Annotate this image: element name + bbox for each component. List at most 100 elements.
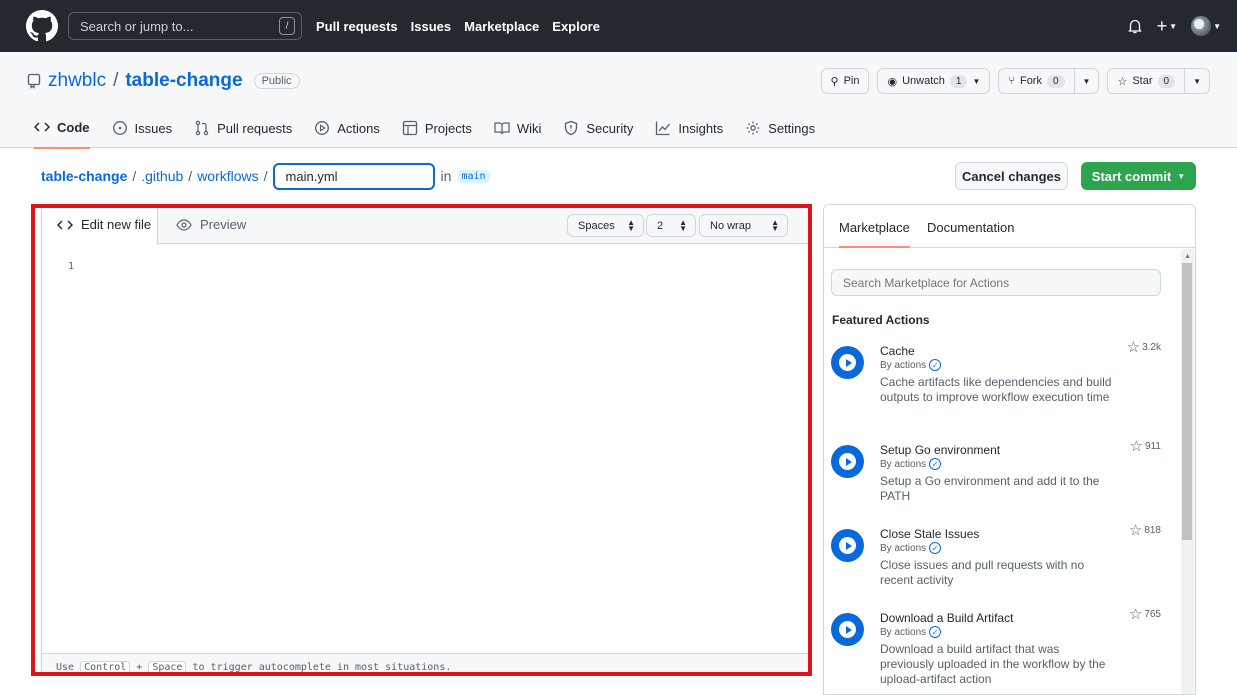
star-label: Star [1132, 75, 1153, 87]
pull-request-icon [195, 120, 209, 136]
tab-label: Projects [424, 120, 472, 136]
unwatch-label: Unwatch [902, 75, 945, 87]
chevron-down-icon: ▼ [1082, 76, 1091, 86]
repo-header: zhwblc / table-change Public ⚲ Pin ◉ Unwat… [0, 52, 1237, 149]
unwatch-button[interactable]: ◉ Unwatch 1 ▼ [877, 68, 991, 94]
fork-button[interactable]: ⑂ Fork 0 [998, 68, 1075, 94]
verified-check-icon: ✓ [929, 542, 942, 554]
marketplace-panel: Marketplace Documentation Featured Actio… [823, 204, 1196, 695]
breadcrumb: table-change / .github / workflows / in … [41, 162, 490, 190]
play-icon [831, 529, 864, 562]
tab-settings[interactable]: Settings [745, 119, 815, 149]
book-icon [494, 122, 510, 135]
action-description: Close issues and pull requests with no r… [880, 558, 1085, 587]
tab-label: Security [586, 120, 634, 136]
play-icon [831, 346, 864, 379]
watch-count: 1 [949, 74, 968, 88]
cancel-changes-button[interactable]: Cancel changes [955, 162, 1068, 190]
tab-label: Pull requests [217, 120, 293, 136]
star-dropdown[interactable]: ▼ [1185, 68, 1210, 94]
tab-issues[interactable]: Issues [112, 119, 173, 149]
side-tabs: Marketplace Documentation [824, 205, 1195, 248]
action-name[interactable]: Close Stale Issues [880, 527, 979, 541]
marketplace-search-input[interactable] [831, 269, 1161, 296]
star-button-group: ☆ Star 0 ▼ [1107, 68, 1210, 94]
eye-icon: ◉ [887, 75, 898, 88]
breadcrumb-github-link[interactable]: .github [141, 168, 183, 184]
breadcrumb-separator: / [132, 168, 137, 184]
tab-label: Actions [337, 120, 380, 136]
tab-code[interactable]: Code [34, 119, 90, 149]
tab-label: Code [57, 119, 90, 135]
tab-security[interactable]: Security [563, 119, 633, 149]
scrollbar-thumb[interactable] [1182, 263, 1192, 540]
action-stars: ☆ 818 [1129, 521, 1161, 539]
fork-button-group: ⑂ Fork 0 ▼ [998, 68, 1100, 94]
tab-label: Issues [134, 120, 173, 136]
repo-name-link[interactable]: table-change [125, 70, 242, 92]
chevron-down-icon: ▼ [1169, 21, 1178, 31]
star-count: 818 [1144, 524, 1161, 536]
action-name[interactable]: Download a Build Artifact [880, 611, 1013, 625]
avatar [1191, 16, 1212, 36]
nav-explore[interactable]: Explore [552, 19, 600, 34]
github-logo-icon[interactable] [26, 10, 58, 42]
action-description: Download a build artifact that was previ… [880, 642, 1106, 686]
create-new-dropdown[interactable]: + ▼ [1157, 16, 1177, 37]
repo-owner-link[interactable]: zhwblc [48, 70, 106, 92]
filename-input[interactable] [272, 162, 435, 190]
nav-marketplace[interactable]: Marketplace [464, 19, 539, 34]
plus-icon: + [1156, 15, 1168, 36]
repo-icon [27, 73, 41, 89]
star-icon: ☆ [1117, 75, 1128, 88]
tab-documentation[interactable]: Documentation [927, 220, 1014, 235]
user-menu[interactable]: ▼ [1191, 16, 1221, 36]
slash-shortcut-key: / [279, 17, 295, 35]
tab-actions[interactable]: Actions [314, 119, 380, 149]
action-description: Cache artifacts like dependencies and bu… [880, 375, 1112, 404]
star-count: 911 [1145, 440, 1161, 452]
gear-icon [746, 121, 760, 135]
graph-icon [656, 121, 671, 136]
star-count: 0 [1157, 74, 1176, 88]
fork-count: 0 [1046, 74, 1065, 88]
star-button[interactable]: ☆ Star 0 [1107, 68, 1186, 94]
fork-dropdown[interactable]: ▼ [1074, 68, 1100, 94]
tab-projects[interactable]: Projects [402, 119, 472, 149]
verified-check-icon: ✓ [929, 626, 942, 638]
in-label: in [440, 168, 452, 184]
issue-icon [112, 121, 127, 135]
pin-button[interactable]: ⚲ Pin [820, 68, 870, 94]
verified-check-icon: ✓ [929, 359, 942, 371]
tab-wiki[interactable]: Wiki [494, 119, 541, 149]
header-right: + ▼ ▼ [1127, 16, 1221, 37]
fork-label: Fork [1019, 75, 1042, 87]
star-icon: ☆ [1128, 522, 1143, 539]
breadcrumb-root-link[interactable]: table-change [41, 168, 127, 184]
action-author-label: By actions [880, 626, 927, 638]
action-author: By actions ✓ [880, 458, 942, 470]
tab-pull-requests[interactable]: Pull requests [194, 119, 292, 149]
tab-marketplace[interactable]: Marketplace [839, 220, 910, 248]
breadcrumb-separator: / [263, 168, 268, 184]
action-author-label: By actions [880, 458, 927, 470]
action-name[interactable]: Setup Go environment [880, 443, 1000, 457]
action-name[interactable]: Cache [880, 344, 915, 358]
global-search-input[interactable]: Search or jump to... / [68, 12, 302, 40]
action-author-label: By actions [880, 542, 927, 554]
breadcrumb-workflows-link[interactable]: workflows [197, 168, 258, 184]
action-author-label: By actions [880, 359, 927, 371]
shield-icon [565, 120, 578, 136]
scroll-up-arrow-icon[interactable]: ▲ [1184, 253, 1191, 260]
table-icon [402, 120, 418, 136]
star-count: 765 [1144, 608, 1161, 620]
bell-icon[interactable] [1127, 18, 1143, 34]
nav-pull-requests[interactable]: Pull requests [316, 19, 398, 34]
nav-issues[interactable]: Issues [411, 19, 451, 34]
star-count: 3.2k [1142, 341, 1161, 353]
repo-tabs: Code Issues Pull requests Actions Projec… [34, 119, 815, 149]
tab-insights[interactable]: Insights [655, 119, 723, 149]
highlight-box [31, 204, 812, 676]
tab-label: Settings [768, 120, 816, 136]
start-commit-button[interactable]: Start commit ▼ [1081, 162, 1196, 190]
